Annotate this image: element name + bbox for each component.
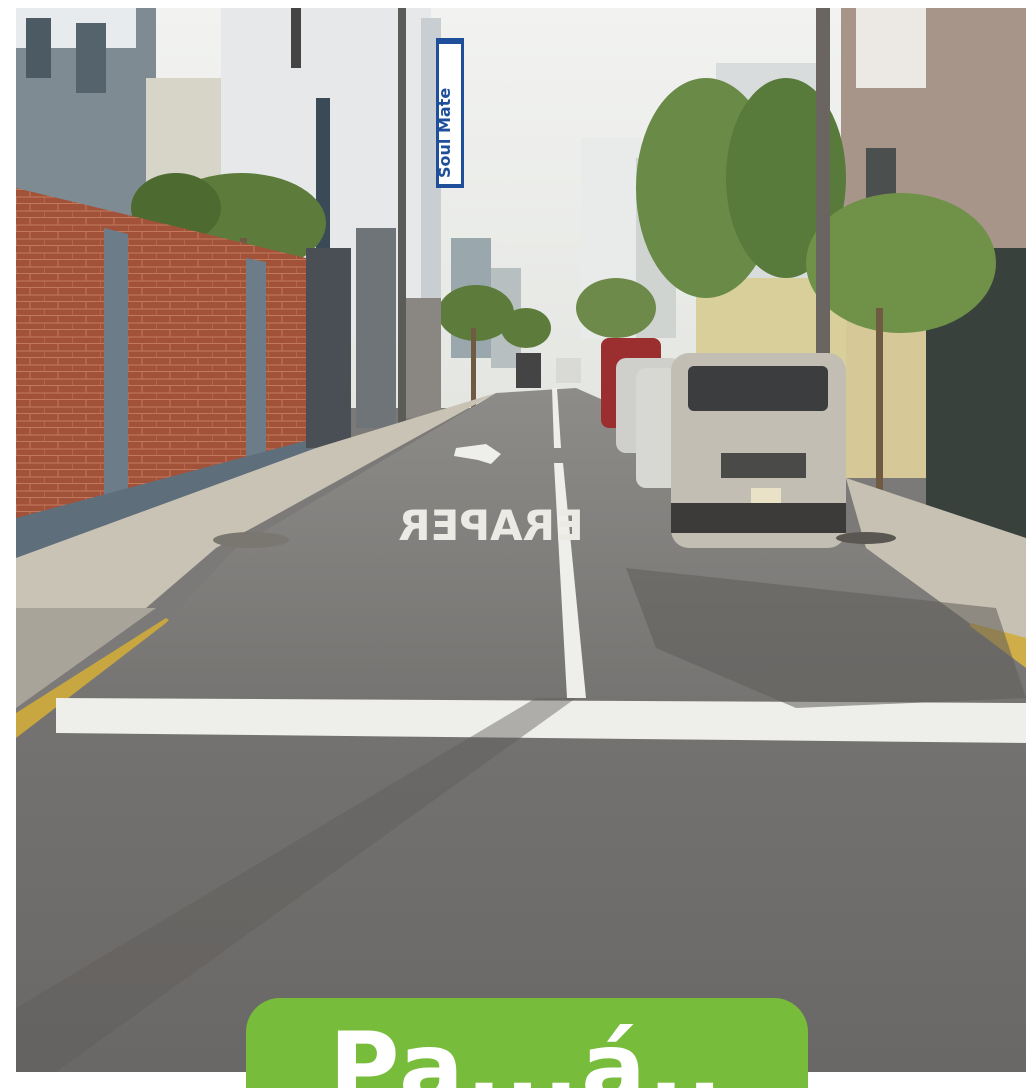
caption-text: Pa...á.. (329, 1012, 725, 1088)
road-word-pare: ERAPER (398, 501, 583, 550)
caption-banner: Pa...á.. (246, 998, 808, 1088)
utility-pole-left (398, 8, 406, 438)
soul-mate-sign: Soul Mate (435, 38, 464, 188)
utility-pole-right (816, 8, 830, 408)
street-photo: Soul Mate ERAPER (16, 8, 1026, 1072)
svg-text:Soul Mate: Soul Mate (435, 88, 454, 178)
